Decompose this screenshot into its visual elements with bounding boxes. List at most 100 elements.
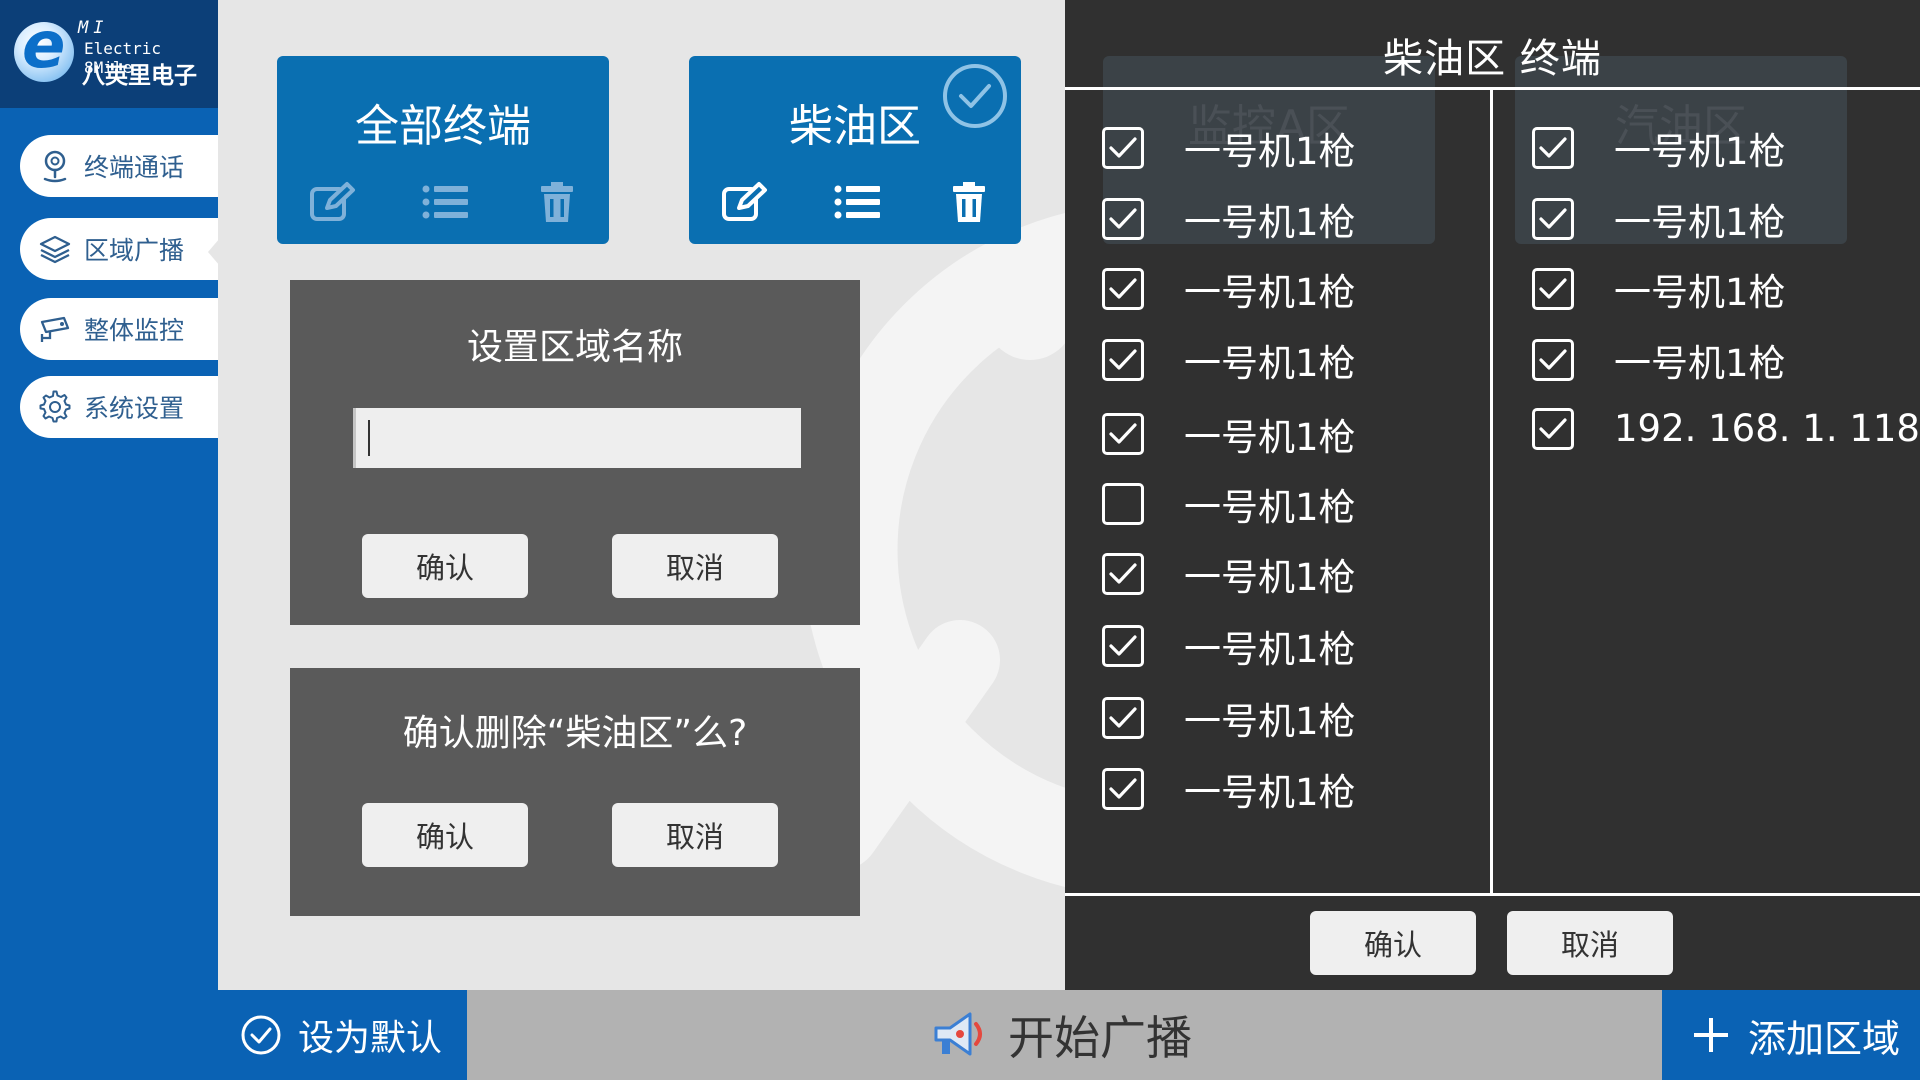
terminal-row[interactable]: 一号机1枪 [1102,619,1356,673]
active-nav-indicator [208,238,220,266]
terminal-selection-panel: 监控A区 汽油区 柴油区 终端 一号机1枪 一号机1枪 一号机1枪 一号机1枪 一号机1… [1065,0,1920,990]
list-icon[interactable] [419,178,471,226]
terminal-row[interactable]: 一号机1枪 [1102,121,1356,175]
checkbox-checked[interactable] [1102,625,1144,667]
checkmark-icon [1539,417,1567,439]
sidebar-item-overall-monitor[interactable]: 整体监控 [20,298,218,360]
edit-icon[interactable] [307,178,359,226]
zone-card-diesel[interactable]: 柴油区 [689,56,1021,244]
terminal-row[interactable]: 一号机1枪 [1102,192,1356,246]
delete-zone-dialog: 确认删除“柴油区”么? 确认 取消 [290,668,860,916]
cancel-button[interactable]: 取消 [612,803,778,867]
checkbox-checked[interactable] [1102,198,1144,240]
terminal-row[interactable]: 一号机1枪 [1102,691,1356,745]
checkmark-icon [1539,278,1567,299]
cancel-button[interactable]: 取消 [612,534,778,598]
checkbox-checked[interactable] [1532,127,1574,169]
confirm-button[interactable]: 确认 [362,534,528,598]
checkbox-checked[interactable] [1102,339,1144,381]
divider [1065,893,1920,896]
confirm-button[interactable]: 确认 [362,803,528,867]
set-default-button[interactable]: 设为默认 [218,990,467,1080]
dialog-title: 确认删除“柴油区”么? [402,713,748,754]
list-icon[interactable] [831,178,883,226]
terminal-row[interactable]: 一号机1枪 [1102,477,1356,531]
terminal-row[interactable]: 一号机1枪 [1532,333,1786,387]
terminal-label: 一号机1枪 [1184,628,1356,671]
checkbox-checked[interactable] [1102,268,1144,310]
dialog-title: 设置区域名称 [466,327,683,368]
terminal-label: 一号机1枪 [1184,342,1356,385]
terminal-label: 一号机1枪 [1184,130,1356,173]
confirm-button[interactable]: 确认 [1310,911,1476,975]
terminal-label: 一号机1枪 [1184,416,1356,459]
terminal-row[interactable]: 一号机1枪 [1532,121,1786,175]
terminal-row[interactable]: 一号机1枪 [1102,762,1356,816]
checkmark-icon [1539,349,1567,370]
sidebar-item-terminal-call[interactable]: 终端通话 [20,135,218,197]
terminal-row[interactable]: 一号机1枪 [1102,262,1356,316]
start-broadcast-label: 开始广播 [1008,1011,1192,1065]
add-zone-label: 添加区域 [1748,1016,1901,1061]
logo-chinese-name: 八英里电子 [82,63,197,89]
cancel-button[interactable]: 取消 [1507,911,1673,975]
plus-icon [1692,1016,1730,1054]
zone-card-title: 全部终端 [355,101,531,152]
sidebar-item-label: 系统设置 [84,394,185,423]
terminal-label: 一号机1枪 [1184,201,1356,244]
start-broadcast-button[interactable]: 开始广播 [930,990,1192,1080]
sidebar-item-zone-broadcast[interactable]: 区域广播 [20,218,218,280]
checkbox-checked[interactable] [1102,697,1144,739]
terminal-label: 一号机1枪 [1184,271,1356,314]
terminal-row[interactable]: 192. 168. 1. 118 [1532,407,1920,450]
checkbox-checked[interactable] [1532,339,1574,381]
trash-icon[interactable] [943,178,995,226]
checkbox-checked[interactable] [1102,413,1144,455]
edit-icon[interactable] [719,178,771,226]
terminal-label: 一号机1枪 [1614,201,1786,244]
checkmark-icon [1109,707,1137,728]
checkbox-checked[interactable] [1102,127,1144,169]
checkbox-checked[interactable] [1102,553,1144,595]
terminal-row[interactable]: 一号机1枪 [1102,407,1356,461]
checkmark-icon [1109,635,1137,656]
cctv-camera-icon [38,312,72,346]
terminal-label: 192. 168. 1. 118 [1614,407,1920,450]
checkbox-checked[interactable] [1532,407,1574,450]
terminal-label: 一号机1枪 [1184,556,1356,599]
terminal-label: 一号机1枪 [1614,130,1786,173]
terminal-label: 一号机1枪 [1614,342,1786,385]
checkmark-icon [1109,137,1137,158]
add-zone-button[interactable]: 添加区域 [1662,990,1920,1080]
checkbox-checked[interactable] [1532,198,1574,240]
terminal-row[interactable]: 一号机1枪 [1102,547,1356,601]
divider [1490,89,1493,894]
zone-name-input[interactable] [353,408,801,468]
terminal-label: 一号机1枪 [1184,771,1356,814]
trash-icon[interactable] [531,178,583,226]
layers-icon [38,232,72,266]
checkmark-icon [1109,423,1137,444]
sidebar-item-system-settings[interactable]: 系统设置 [20,376,218,438]
checkmark-icon [1539,137,1567,158]
terminal-label: 一号机1枪 [1184,700,1356,743]
terminal-row[interactable]: 一号机1枪 [1532,192,1786,246]
checkmark-icon [1539,208,1567,229]
panel-title: 柴油区 终端 [1383,36,1602,82]
checkmark-icon [1109,349,1137,370]
terminal-label: 一号机1枪 [1614,271,1786,314]
sidebar: e MI Electric 8Mile 八英里电子 终端通话 区域广播 整体监控… [0,0,220,1080]
checkmark-icon [1109,778,1137,799]
checkbox-unchecked[interactable] [1102,483,1144,525]
terminal-row[interactable]: 一号机1枪 [1102,333,1356,387]
terminal-row[interactable]: 一号机1枪 [1532,262,1786,316]
logo-mi-text: MI [78,18,109,38]
sidebar-item-label: 终端通话 [84,153,185,182]
rename-zone-dialog: 设置区域名称 确认 取消 [290,280,860,625]
sidebar-item-label: 区域广播 [84,236,185,265]
gear-icon [38,390,72,424]
checkmark-icon [1109,563,1137,584]
zone-card-all-terminals[interactable]: 全部终端 [277,56,609,244]
checkbox-checked[interactable] [1102,768,1144,810]
checkbox-checked[interactable] [1532,268,1574,310]
